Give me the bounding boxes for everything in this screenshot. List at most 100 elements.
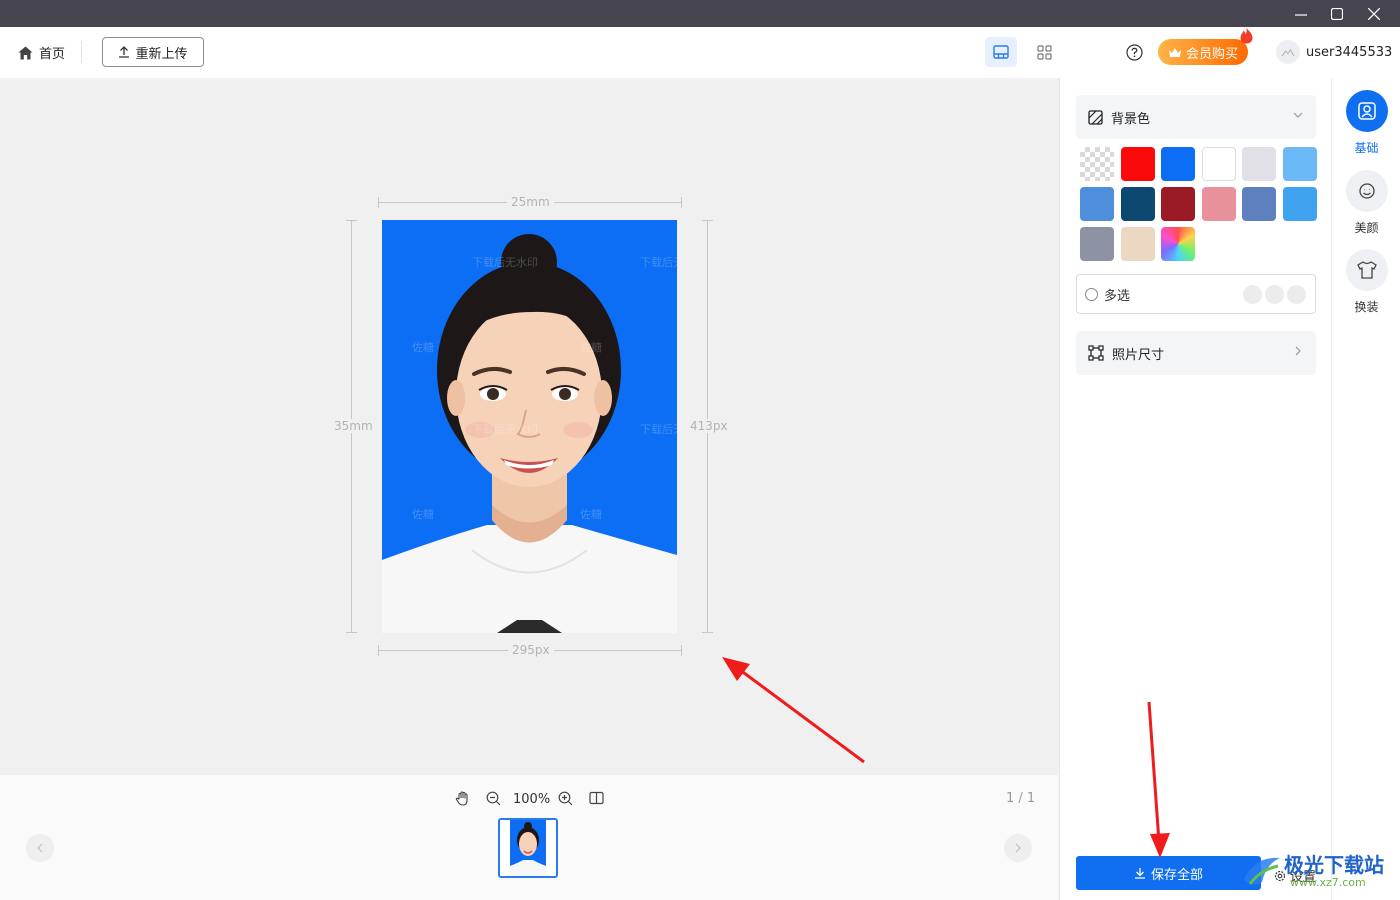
crown-icon bbox=[1168, 47, 1181, 57]
color-swatch[interactable] bbox=[1242, 187, 1277, 221]
home-label: 首页 bbox=[39, 47, 66, 62]
id-photo[interactable]: 下载后无水印 下载后无 佐糖 佐糖 下载后无水印 下载后无 佐糖 佐糖 下载后无… bbox=[382, 220, 677, 633]
dimension-tick bbox=[346, 632, 357, 633]
minimize-icon bbox=[1295, 13, 1307, 16]
grid-view-button[interactable] bbox=[1028, 37, 1060, 67]
chevron-down-icon bbox=[1293, 112, 1303, 118]
tab-beauty-label: 美颜 bbox=[1354, 221, 1379, 235]
close-icon bbox=[1368, 7, 1380, 20]
home-icon bbox=[18, 46, 33, 59]
toolbar-divider bbox=[81, 41, 82, 63]
save-all-button[interactable]: 保存全部 bbox=[1076, 856, 1261, 890]
reupload-button[interactable]: 重新上传 bbox=[102, 37, 204, 67]
dimension-tick bbox=[378, 197, 379, 208]
photo-watermark: 下载后无水印 bbox=[472, 423, 538, 436]
tab-outfit[interactable]: 换装 bbox=[1332, 249, 1400, 315]
dimension-tick bbox=[702, 632, 713, 633]
zoom-out-icon[interactable] bbox=[486, 791, 501, 806]
selected-color-slot bbox=[1287, 285, 1306, 304]
photo-thumbnail[interactable] bbox=[498, 818, 558, 878]
width-mm-label: 25mm bbox=[507, 195, 554, 209]
side-tab-bar: 基础 美颜 换装 bbox=[1331, 78, 1400, 900]
color-swatch[interactable] bbox=[1120, 227, 1155, 261]
color-swatch[interactable] bbox=[1080, 187, 1114, 221]
dimension-tick bbox=[681, 197, 682, 208]
selected-color-slot bbox=[1243, 285, 1262, 304]
color-swatch[interactable] bbox=[1242, 147, 1277, 181]
width-px-label: 295px bbox=[508, 643, 554, 657]
color-swatch[interactable] bbox=[1161, 227, 1196, 261]
multi-select-label: 多选 bbox=[1104, 288, 1131, 304]
chevron-left-icon bbox=[37, 843, 43, 853]
color-swatch[interactable] bbox=[1201, 147, 1236, 181]
color-swatch[interactable] bbox=[1283, 187, 1317, 221]
color-swatch[interactable] bbox=[1080, 227, 1114, 261]
background-color-section[interactable]: 背景色 bbox=[1076, 95, 1316, 139]
next-page-button[interactable] bbox=[1004, 834, 1032, 862]
crop-size-icon bbox=[1088, 345, 1104, 361]
photo-size-section[interactable]: 照片尺寸 bbox=[1076, 331, 1316, 375]
maximize-icon bbox=[1331, 7, 1343, 20]
background-fill-icon bbox=[1088, 109, 1103, 125]
single-view-button[interactable] bbox=[985, 37, 1017, 67]
site-logo-url: www.xz7.com bbox=[1290, 876, 1366, 889]
vip-label: 会员购买 bbox=[1185, 46, 1238, 62]
avatar-icon bbox=[1281, 48, 1295, 57]
color-swatch[interactable] bbox=[1161, 187, 1196, 221]
hot-flame-icon bbox=[1240, 27, 1253, 44]
photo-watermark: 下载后无 bbox=[640, 423, 677, 436]
photo-size-label: 照片尺寸 bbox=[1112, 347, 1165, 363]
color-swatch[interactable] bbox=[1120, 147, 1155, 181]
user-avatar[interactable] bbox=[1276, 40, 1300, 64]
download-icon bbox=[1134, 868, 1145, 879]
compare-icon[interactable] bbox=[589, 791, 604, 805]
maximize-button[interactable] bbox=[1319, 0, 1355, 27]
photo-watermark: 佐糖 bbox=[580, 508, 602, 521]
site-logo-text: 极光下载站 bbox=[1284, 853, 1384, 877]
color-swatch[interactable] bbox=[1201, 187, 1236, 221]
multi-select-option[interactable]: 多选 bbox=[1076, 274, 1316, 314]
photo-watermark: 佐糖 bbox=[412, 508, 434, 521]
multi-select-radio[interactable] bbox=[1085, 287, 1098, 301]
height-px-label: 413px bbox=[686, 419, 732, 433]
color-swatch[interactable] bbox=[1283, 147, 1317, 181]
settings-panel: 背景色 多选 照片尺寸 保存全部 设置 bbox=[1059, 78, 1332, 900]
prev-page-button[interactable] bbox=[26, 834, 54, 862]
tab-basic-label: 基础 bbox=[1354, 141, 1379, 155]
color-swatch[interactable] bbox=[1120, 187, 1155, 221]
hand-pan-icon[interactable] bbox=[455, 791, 470, 806]
height-mm-label: 35mm bbox=[330, 419, 377, 433]
dimension-tick bbox=[681, 645, 682, 656]
minimize-button[interactable] bbox=[1283, 0, 1319, 27]
site-logo-watermark: 极光下载站 www.xz7.com bbox=[1240, 846, 1400, 900]
color-swatch[interactable] bbox=[1161, 147, 1196, 181]
vip-purchase-button[interactable]: 会员购买 bbox=[1158, 39, 1248, 65]
home-button[interactable]: 首页 bbox=[18, 43, 65, 62]
photo-watermark: 佐糖 bbox=[580, 341, 602, 354]
selected-color-slot bbox=[1265, 285, 1284, 304]
save-all-label: 保存全部 bbox=[1150, 867, 1203, 883]
single-view-icon bbox=[993, 45, 1009, 59]
background-color-label: 背景色 bbox=[1111, 111, 1151, 127]
portrait-icon bbox=[1357, 102, 1376, 120]
zoom-in-icon[interactable] bbox=[558, 791, 573, 806]
help-icon[interactable] bbox=[1126, 44, 1143, 61]
beauty-icon bbox=[1358, 183, 1375, 199]
tab-beauty[interactable]: 美颜 bbox=[1332, 170, 1400, 236]
dimension-tick bbox=[346, 220, 357, 221]
thumbnail-image bbox=[500, 820, 556, 876]
username[interactable]: user3445533 bbox=[1306, 45, 1392, 60]
top-toolbar: 首页 重新上传 会员购买 user3445533 bbox=[0, 27, 1400, 79]
close-button[interactable] bbox=[1356, 0, 1392, 27]
window-titlebar bbox=[0, 0, 1400, 27]
photo-watermark: 佐糖 bbox=[412, 341, 434, 354]
reupload-label: 重新上传 bbox=[135, 46, 188, 62]
chevron-right-icon bbox=[1015, 843, 1021, 853]
color-swatch[interactable] bbox=[1080, 147, 1114, 181]
photo-watermark: 下载后无水印 bbox=[472, 590, 538, 603]
upload-icon bbox=[119, 46, 130, 58]
tab-basic[interactable]: 基础 bbox=[1332, 90, 1400, 156]
chevron-right-icon bbox=[1295, 346, 1301, 356]
grid-view-icon bbox=[1036, 44, 1052, 60]
shirt-icon bbox=[1356, 261, 1377, 279]
